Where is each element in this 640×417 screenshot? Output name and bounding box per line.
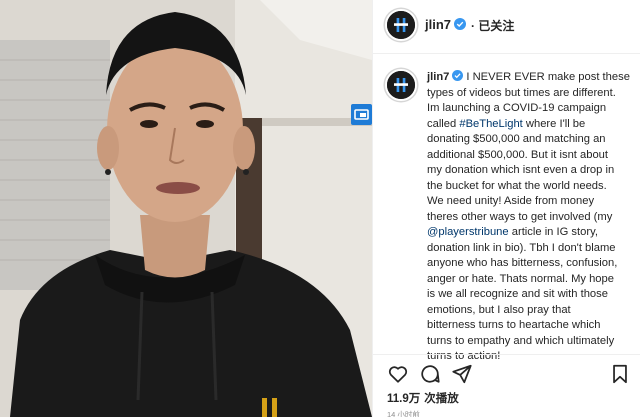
verified-badge-icon bbox=[454, 18, 467, 30]
mention-link[interactable]: @playerstribune bbox=[427, 226, 509, 238]
post-caption: jlin7 I NEVER EVER make post these types … bbox=[373, 55, 640, 362]
post-side-panel: jlin7 · 已关注 jlin7 I NEVER EVER make post … bbox=[372, 0, 640, 417]
user-avatar[interactable] bbox=[385, 9, 417, 41]
caption-line: donating $500,000 and matching an bbox=[427, 133, 606, 145]
caption-line: the bucket for what the world needs. bbox=[427, 179, 607, 192]
post-timestamp: 14 小时前 bbox=[387, 410, 420, 417]
post-header: jlin7 · 已关注 bbox=[373, 0, 640, 54]
views-label: 次播放 bbox=[424, 393, 459, 405]
post-actions: 11.9万 次播放 14 小时前 bbox=[373, 354, 640, 417]
views-count: 11.9万 次播放 bbox=[387, 390, 459, 406]
caption-line: types of videos but times are different. bbox=[427, 86, 616, 99]
caption-line: donation link in bio). Tbh I don't blame bbox=[427, 241, 616, 254]
caption-line: bitterness turns to heartache which bbox=[427, 319, 601, 331]
heart-icon[interactable] bbox=[387, 363, 409, 385]
caption-line: where I'll be bbox=[522, 117, 586, 130]
paper-plane-icon[interactable] bbox=[451, 363, 473, 385]
caption-line: We need unity! Aside from money bbox=[427, 195, 595, 207]
bookmark-icon[interactable] bbox=[609, 363, 631, 385]
caption-text: jlin7 I NEVER EVER make post these types … bbox=[427, 70, 639, 365]
caption-line: my donation which isnt even a drop in bbox=[427, 164, 615, 176]
caption-line: I NEVER EVER make post these bbox=[466, 71, 630, 83]
caption-line: is we all recognize and sit with those bbox=[427, 288, 608, 300]
caption-avatar[interactable] bbox=[385, 69, 417, 101]
caption-line: turns to empathy and which ultimately bbox=[427, 334, 615, 347]
caption-line: theres other ways to get involved (my bbox=[427, 210, 613, 223]
hashtag-link[interactable]: #BeTheLight bbox=[459, 118, 522, 130]
header-username[interactable]: jlin7 bbox=[425, 17, 467, 32]
caption-line: emotions, but I also pray that bbox=[427, 303, 571, 316]
caption-line: anyone who has bitterness, confusion, bbox=[427, 257, 618, 269]
follow-status-button[interactable]: · 已关注 bbox=[471, 17, 514, 34]
views-number: 11.9万 bbox=[387, 393, 421, 405]
video-badge-icon bbox=[351, 104, 372, 125]
comment-icon[interactable] bbox=[419, 363, 441, 385]
caption-line: anger or hate. Thats normal. My hope bbox=[427, 272, 614, 285]
caption-line: Im launching a COVID-19 campaign bbox=[427, 102, 607, 114]
caption-line: called bbox=[427, 117, 460, 130]
video-frame-image bbox=[0, 0, 372, 417]
post-video[interactable] bbox=[0, 0, 372, 417]
verified-badge-icon bbox=[452, 70, 464, 81]
caption-line: article in IG story, bbox=[508, 226, 598, 238]
caption-line: additional $500,000. But it isnt about bbox=[427, 148, 608, 161]
caption-username[interactable]: jlin7 bbox=[427, 71, 449, 83]
